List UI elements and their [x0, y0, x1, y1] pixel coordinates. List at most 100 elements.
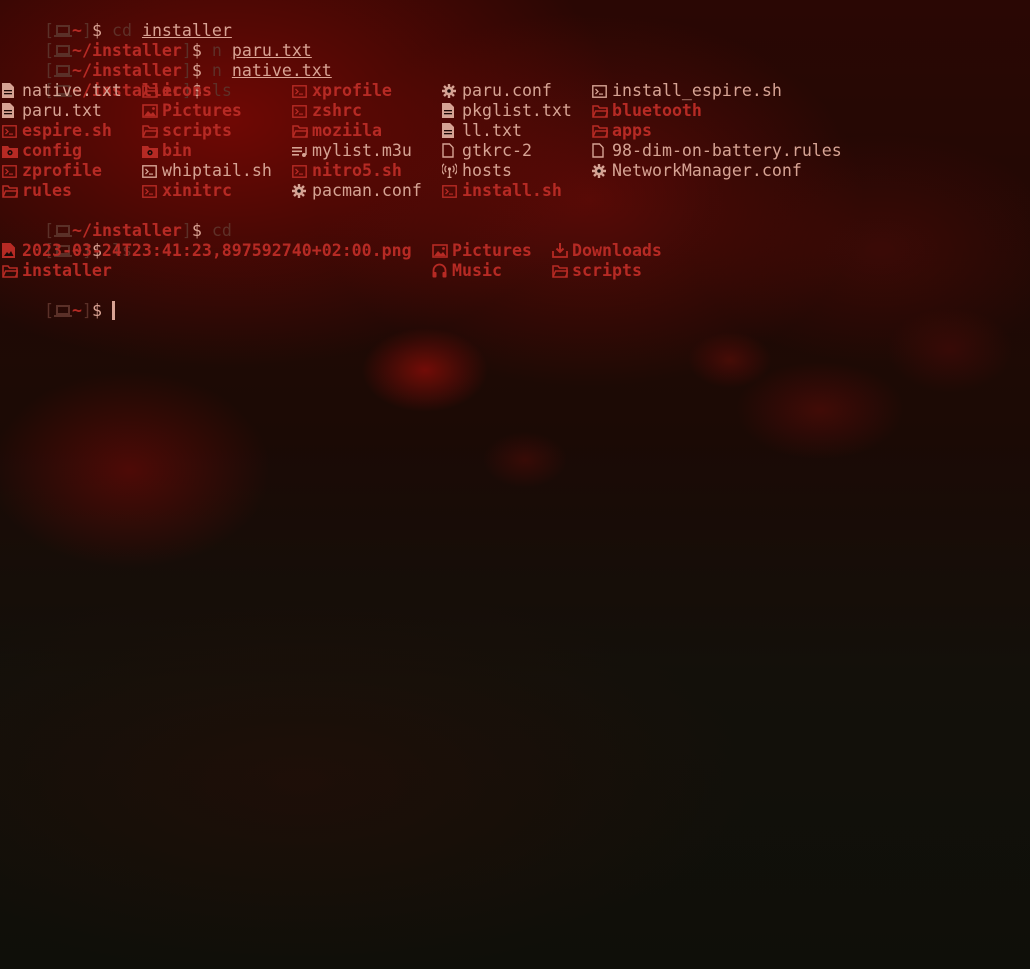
image-file-icon: [2, 241, 22, 261]
file-entry-name: install.sh: [462, 181, 562, 200]
file-entry[interactable]: install_espire.sh: [592, 81, 782, 101]
file-entry[interactable]: icons: [142, 81, 212, 101]
file-entry-name: moziila: [312, 121, 382, 140]
file-entry[interactable]: mylist.m3u: [292, 141, 412, 161]
active-prompt[interactable]: [~]$: [4, 281, 115, 320]
file-entry-name: scripts: [572, 261, 642, 280]
file-entry-name: gtkrc-2: [462, 141, 532, 160]
file-entry[interactable]: Pictures: [432, 241, 532, 261]
file-entry[interactable]: paru.conf: [442, 81, 552, 101]
file-entry-name: NetworkManager.conf: [612, 161, 802, 180]
file-entry-name: xprofile: [312, 81, 392, 100]
file-entry-name: native.txt: [22, 81, 122, 100]
playlist-icon: [292, 141, 312, 161]
file-entry[interactable]: scripts: [142, 121, 232, 141]
file-entry-name: Pictures: [452, 241, 532, 260]
file-entry[interactable]: native.txt: [2, 81, 122, 101]
command-line: [~/installer]$ cd: [4, 201, 232, 240]
file-entry[interactable]: whiptail.sh: [142, 161, 272, 181]
headphones-icon: [432, 261, 452, 281]
file-entry[interactable]: scripts: [552, 261, 642, 281]
file-entry-name: 2023-03-24T23:41:23,897592740+02:00.png: [22, 241, 412, 260]
file-entry[interactable]: install.sh: [442, 181, 562, 201]
terminal-window[interactable]: [~]$ cd installer [~/installer]$ n paru.…: [0, 0, 1030, 969]
file-entry[interactable]: moziila: [292, 121, 382, 141]
image-folder-icon: [432, 241, 452, 261]
file-entry-name: Downloads: [572, 241, 662, 260]
file-entry[interactable]: Downloads: [552, 241, 662, 261]
antenna-icon: [441, 161, 462, 181]
text-file-icon: [2, 101, 22, 121]
text-file-icon: [2, 81, 22, 101]
command-argument[interactable]: native.txt: [232, 61, 332, 80]
file-entry[interactable]: hosts: [441, 161, 512, 181]
file-entry-name: zshrc: [312, 101, 362, 120]
gear-icon: [292, 181, 312, 201]
file-entry-name: apps: [612, 121, 652, 140]
command-name: cd: [211, 221, 232, 240]
folder-icon: [2, 181, 22, 201]
file-entry[interactable]: rules: [2, 181, 72, 201]
file-entry[interactable]: xinitrc: [142, 181, 232, 201]
file-entry[interactable]: xprofile: [292, 81, 392, 101]
file-entry[interactable]: gtkrc-2: [442, 141, 532, 161]
text-file-icon: [442, 121, 462, 141]
file-entry[interactable]: config: [2, 141, 82, 161]
file-entry-name: config: [22, 141, 82, 160]
file-entry-name: hosts: [462, 161, 512, 180]
file-entry[interactable]: pkglist.txt: [442, 101, 572, 121]
file-entry[interactable]: bluetooth: [592, 101, 702, 121]
terminal-file-icon: [592, 81, 612, 101]
file-entry-name: mylist.m3u: [312, 141, 412, 160]
folder-icon: [142, 121, 162, 141]
file-entry-name: ll.txt: [462, 121, 522, 140]
file-entry[interactable]: pacman.conf: [292, 181, 422, 201]
file-entry-name: installer: [22, 261, 112, 280]
file-entry-name: install_espire.sh: [612, 81, 782, 100]
file-entry-name: pkglist.txt: [462, 101, 572, 120]
file-entry-name: nitro5.sh: [312, 161, 402, 180]
config-folder-icon: [2, 141, 22, 161]
text-cursor: [111, 301, 115, 320]
file-entry[interactable]: 2023-03-24T23:41:23,897592740+02:00.png: [2, 241, 412, 261]
file-entry[interactable]: Music: [432, 261, 502, 281]
file-entry[interactable]: zshrc: [292, 101, 362, 121]
command-line: [~/installer]$ n paru.txt: [4, 21, 312, 60]
file-entry-name: bin: [162, 141, 192, 160]
terminal-file-icon: [142, 161, 162, 181]
prompt-directory: ~: [71, 301, 82, 320]
folder-icon: [292, 121, 312, 141]
file-entry[interactable]: zprofile: [2, 161, 102, 181]
file-entry[interactable]: paru.txt: [2, 101, 102, 121]
prompt-bracket-open: [: [43, 301, 54, 320]
terminal-file-icon: [292, 101, 312, 121]
command-name: ls: [211, 81, 232, 100]
folder-icon: [592, 101, 612, 121]
file-entry[interactable]: Pictures: [142, 101, 242, 121]
file-entry[interactable]: installer: [2, 261, 112, 281]
file-entry[interactable]: NetworkManager.conf: [592, 161, 802, 181]
file-entry[interactable]: nitro5.sh: [292, 161, 402, 181]
terminal-file-icon: [442, 181, 462, 201]
folder-icon: [142, 81, 162, 101]
file-entry-name: espire.sh: [22, 121, 112, 140]
file-entry-name: xinitrc: [162, 181, 232, 200]
text-file-icon: [442, 101, 462, 121]
file-icon: [442, 141, 462, 161]
file-entry-name: 98-dim-on-battery.rules: [612, 141, 842, 160]
file-entry[interactable]: bin: [142, 141, 192, 161]
file-entry[interactable]: ll.txt: [442, 121, 522, 141]
file-entry[interactable]: apps: [592, 121, 652, 141]
prompt-bracket-close: ]: [81, 301, 92, 320]
file-entry-name: Pictures: [162, 101, 242, 120]
terminal-file-icon: [142, 181, 162, 201]
file-entry-name: rules: [22, 181, 72, 200]
command-line: [~/installer]$ ls: [4, 61, 232, 100]
file-entry-name: pacman.conf: [312, 181, 422, 200]
file-entry[interactable]: espire.sh: [2, 121, 112, 141]
config-folder-icon: [142, 141, 162, 161]
download-folder-icon: [552, 241, 572, 261]
file-entry[interactable]: 98-dim-on-battery.rules: [592, 141, 842, 161]
folder-icon: [552, 261, 572, 281]
file-entry-name: scripts: [162, 121, 232, 140]
